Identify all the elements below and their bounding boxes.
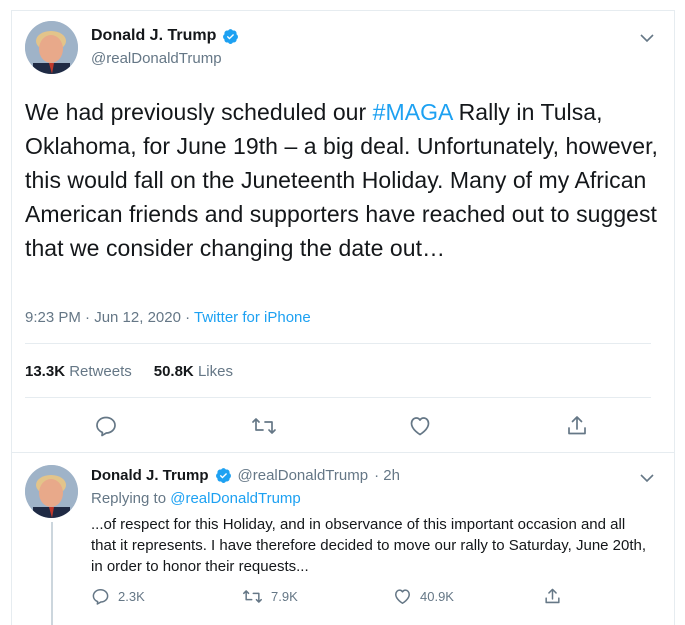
reply-icon [92, 589, 109, 605]
like-button[interactable]: 40.9K [393, 587, 454, 606]
hashtag-link[interactable]: #MAGA [373, 99, 453, 125]
retweet-button[interactable]: 7.9K [242, 587, 298, 606]
retweet-icon [252, 418, 276, 434]
like-icon [410, 417, 430, 436]
reply-count: 2.3K [118, 589, 145, 604]
tweet-stats: 13.3K Retweets 50.8K Likes [25, 363, 233, 380]
verified-badge-icon [215, 467, 232, 484]
tweet-text: We had previously scheduled our #MAGA Ra… [25, 95, 665, 265]
reply-text: ...of respect for this Holiday, and in o… [91, 516, 647, 575]
share-button[interactable] [543, 587, 562, 606]
reply-button[interactable] [94, 414, 118, 438]
retweet-count: 7.9K [271, 589, 298, 604]
reply-author-handle[interactable]: @realDonaldTrump [238, 467, 369, 484]
reply-time[interactable]: · 2h [374, 467, 400, 484]
reply-author-row: Donald J. Trump @realDonaldTrump · 2h [91, 467, 400, 484]
divider [25, 397, 651, 398]
tweet-meta: 9:23 PM · Jun 12, 2020 · Twitter for iPh… [25, 309, 311, 326]
like-button[interactable] [408, 414, 432, 438]
retweets-label: Retweets [69, 363, 132, 380]
divider [25, 343, 651, 344]
likes-count: 50.8K [153, 363, 194, 380]
chevron-down-icon[interactable] [640, 470, 654, 483]
author-handle[interactable]: @realDonaldTrump [91, 50, 222, 67]
divider [12, 452, 674, 453]
likes-stat[interactable]: 50.8K Likes [154, 363, 233, 380]
replying-label: Replying to [91, 490, 171, 507]
tweet-timestamp[interactable]: 9:23 PM · Jun 12, 2020 · [25, 309, 194, 326]
likes-label: Likes [197, 363, 233, 380]
share-icon [568, 416, 586, 435]
replying-to: Replying to @realDonaldTrump [91, 490, 301, 507]
author-avatar[interactable] [25, 21, 78, 74]
author-name-row: Donald J. Trump [91, 27, 239, 45]
thread-line [51, 522, 53, 625]
retweet-button[interactable] [251, 414, 277, 438]
author-name[interactable]: Donald J. Trump [91, 27, 216, 45]
replying-to-link[interactable]: @realDonaldTrump [170, 490, 301, 507]
tweet-source-link[interactable]: Twitter for iPhone [194, 309, 311, 326]
retweets-count: 13.3K [25, 363, 66, 380]
share-button[interactable] [565, 414, 589, 438]
reply-button[interactable]: 2.3K [91, 587, 145, 606]
share-icon [545, 588, 560, 604]
chevron-down-icon[interactable] [640, 30, 654, 43]
reply-author-name[interactable]: Donald J. Trump [91, 467, 209, 484]
verified-badge-icon [222, 28, 239, 45]
like-icon [395, 589, 410, 604]
tweet-text-part: We had previously scheduled our [25, 99, 373, 125]
reply-icon [96, 416, 116, 437]
reply-author-avatar[interactable] [25, 465, 78, 518]
like-count: 40.9K [420, 589, 454, 604]
retweets-stat[interactable]: 13.3K Retweets [25, 363, 132, 380]
retweet-icon [243, 590, 262, 603]
